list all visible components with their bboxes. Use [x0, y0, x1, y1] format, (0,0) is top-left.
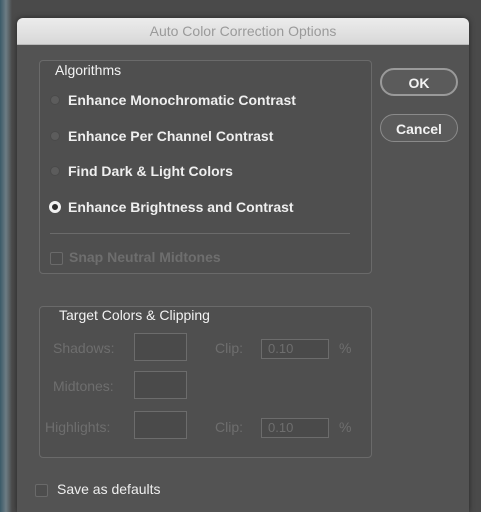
auto-color-correction-dialog: Auto Color Correction Options Algorithms… [17, 18, 469, 512]
radio-enhance-monochromatic-contrast[interactable]: Enhance Monochromatic Contrast [50, 89, 296, 111]
highlights-color-swatch[interactable] [134, 411, 187, 439]
save-as-defaults-checkbox[interactable] [35, 484, 48, 497]
shadows-clip-field[interactable]: 0.10 [261, 339, 329, 359]
radio-button-icon[interactable] [50, 131, 60, 141]
radio-enhance-per-channel-contrast[interactable]: Enhance Per Channel Contrast [50, 125, 273, 147]
cancel-button[interactable]: Cancel [380, 114, 458, 142]
ok-button[interactable]: OK [380, 68, 458, 96]
save-as-defaults-label: Save as defaults [57, 481, 161, 497]
radio-button-icon[interactable] [50, 95, 60, 105]
radio-enhance-brightness-and-contrast[interactable]: Enhance Brightness and Contrast [49, 196, 294, 218]
separator [50, 233, 350, 234]
midtones-color-swatch[interactable] [134, 371, 187, 399]
highlights-clip-label: Clip: [215, 419, 244, 435]
highlights-clip-field[interactable]: 0.10 [261, 418, 329, 438]
radio-label: Enhance Monochromatic Contrast [68, 92, 296, 108]
algorithms-title: Algorithms [55, 62, 122, 78]
snap-neutral-midtones-checkbox[interactable] [50, 252, 63, 265]
radio-button-selected-icon[interactable] [49, 201, 61, 213]
radio-find-dark-light-colors[interactable]: Find Dark & Light Colors [50, 160, 233, 182]
shadows-color-swatch[interactable] [134, 333, 187, 361]
radio-label: Enhance Per Channel Contrast [68, 128, 274, 144]
target-colors-clipping-title: Target Colors & Clipping [59, 307, 210, 323]
shadows-label: Shadows: [53, 340, 115, 356]
dialog-title: Auto Color Correction Options [17, 18, 469, 45]
highlights-label: Highlights: [45, 419, 111, 435]
snap-neutral-midtones-label: Snap Neutral Midtones [69, 249, 221, 265]
radio-label: Enhance Brightness and Contrast [68, 199, 294, 215]
radio-label: Find Dark & Light Colors [68, 163, 233, 179]
shadows-clip-label: Clip: [215, 340, 244, 356]
radio-button-icon[interactable] [50, 166, 60, 176]
shadows-percent-label: % [339, 340, 352, 356]
highlights-percent-label: % [339, 419, 352, 435]
midtones-label: Midtones: [53, 378, 114, 394]
